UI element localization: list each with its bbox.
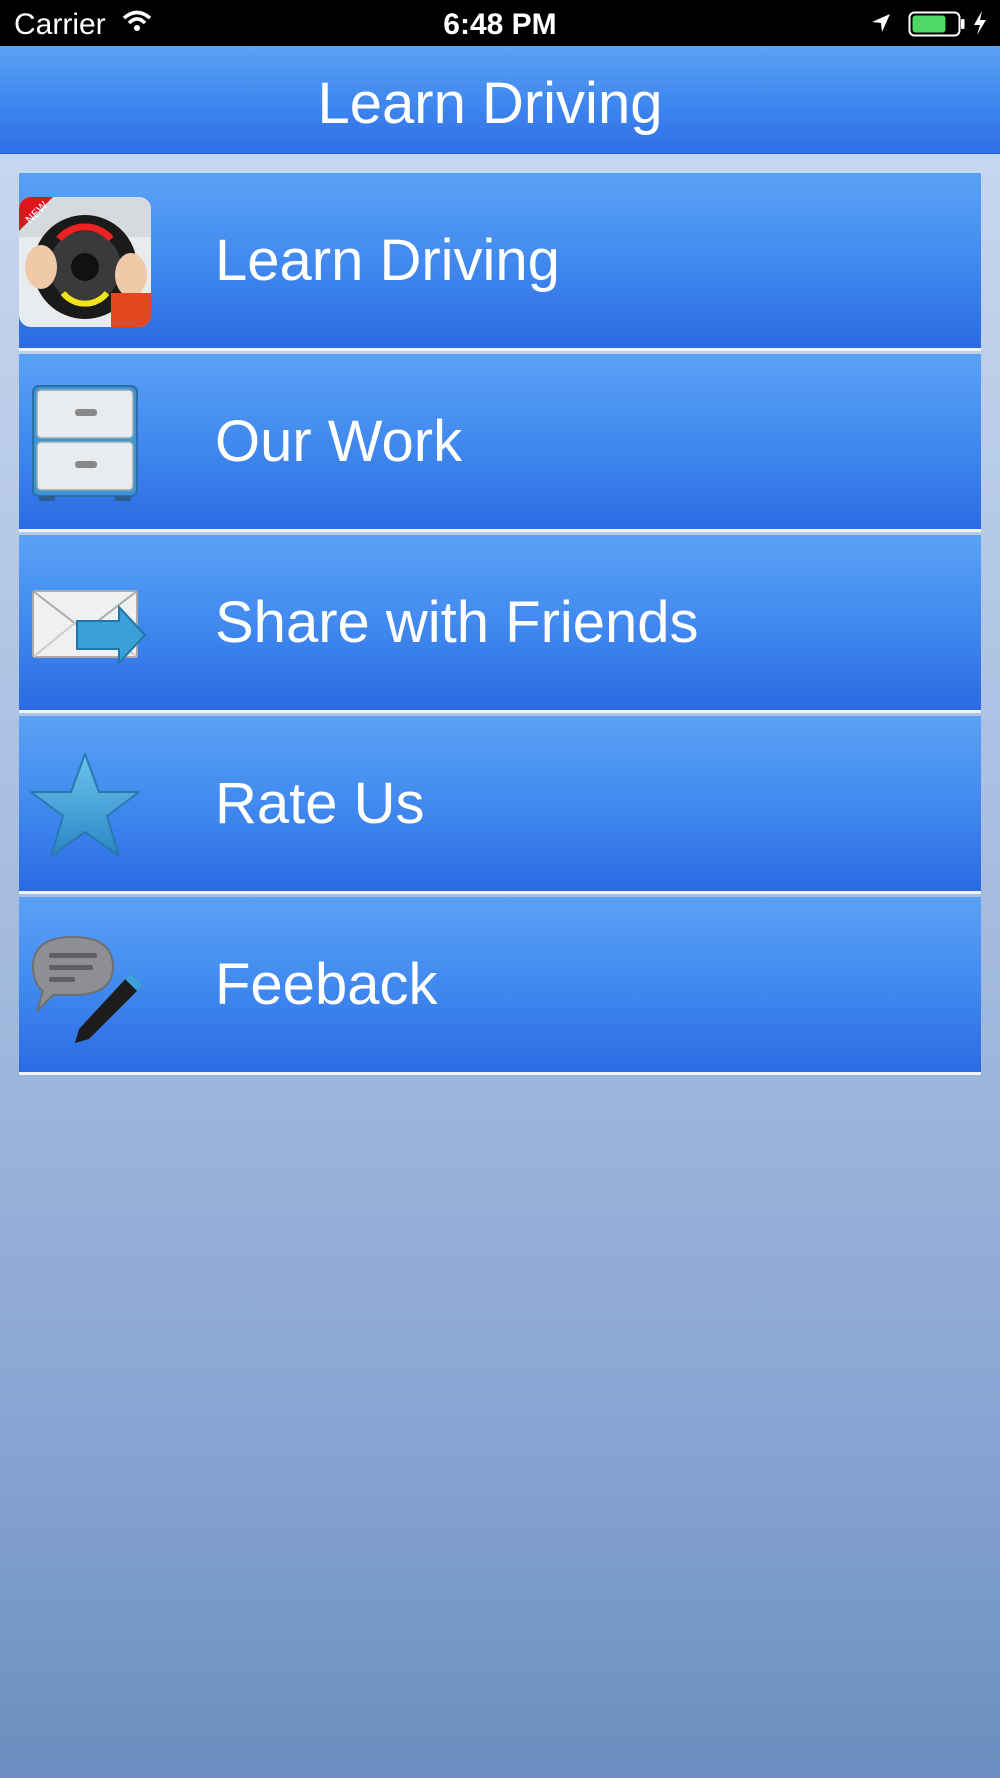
clock: 6:48 PM [443,8,557,41]
menu-list: NEW Learn Driving Our Work Share with Fr… [19,173,981,1078]
menu-item-label: Learn Driving [215,228,560,293]
menu-item-label: Rate Us [215,771,425,836]
menu-item-feedback[interactable]: Feeback [19,897,981,1075]
feedback-pencil-icon [19,921,151,1051]
battery-level [912,15,946,33]
charging-bolt-icon [974,11,986,35]
location-arrow-icon [872,14,890,32]
menu-item-rate-us[interactable]: Rate Us [19,716,981,894]
navigation-bar: Learn Driving [0,46,1000,154]
page-title: Learn Driving [317,71,663,136]
menu-item-share-with-friends[interactable]: Share with Friends [19,535,981,713]
file-cabinet-icon [19,378,151,508]
status-bar: Carrier 6:48 PM [0,0,1000,46]
menu-item-label: Share with Friends [215,590,699,655]
menu-item-label: Feeback [215,952,438,1017]
menu-item-label: Our Work [215,409,463,474]
menu-item-learn-driving[interactable]: NEW Learn Driving [19,173,981,351]
menu-item-our-work[interactable]: Our Work [19,354,981,532]
star-icon [19,740,151,870]
battery-icon [908,11,965,37]
steering-wheel-app-icon: NEW [19,197,151,327]
mail-share-icon [19,559,151,689]
